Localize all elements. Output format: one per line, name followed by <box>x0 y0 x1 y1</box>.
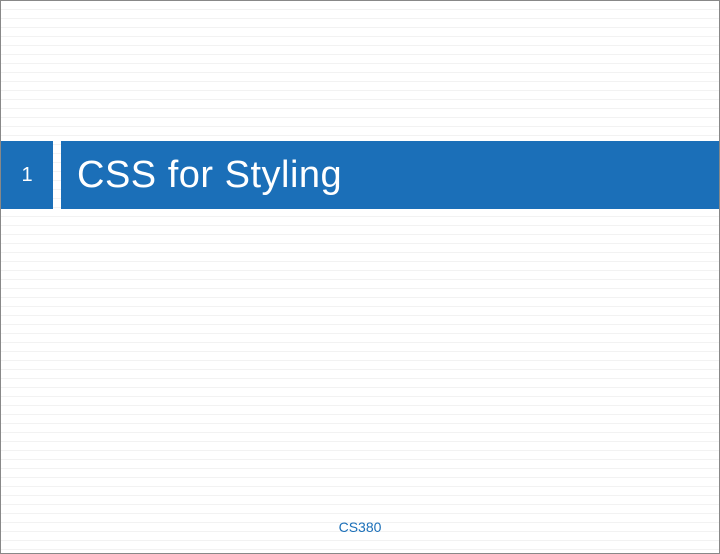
slide-footer: CS380 <box>1 519 719 535</box>
slide-container: 1 CSS for Styling CS380 <box>0 0 720 554</box>
title-box: CSS for Styling <box>61 141 719 209</box>
slide-number-box: 1 <box>1 141 53 209</box>
title-row: 1 CSS for Styling <box>1 141 719 209</box>
slide-title: CSS for Styling <box>77 154 342 197</box>
footer-text: CS380 <box>339 519 382 535</box>
slide-number: 1 <box>21 164 32 187</box>
title-divider <box>53 141 61 209</box>
